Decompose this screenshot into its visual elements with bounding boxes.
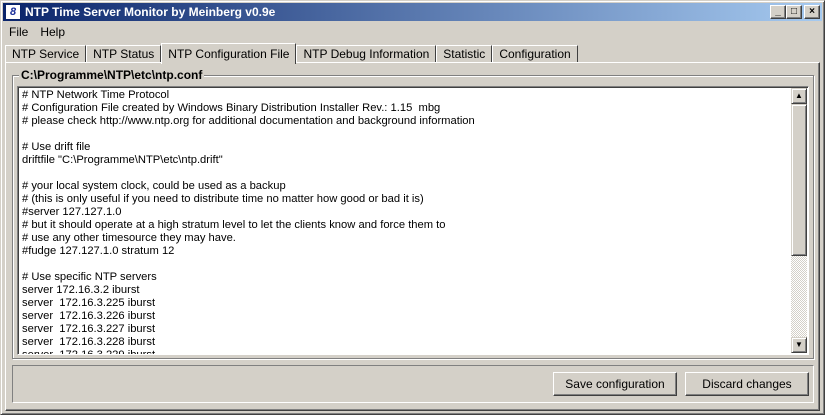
config-line <box>22 128 788 141</box>
window-title: NTP Time Server Monitor by Meinberg v0.9… <box>25 5 276 19</box>
tab-ntp-service[interactable]: NTP Service <box>5 45 87 63</box>
scroll-up-icon[interactable]: ▲ <box>791 88 807 104</box>
config-line: server 172.16.3.229 iburst <box>22 349 156 355</box>
config-line: # (this is only useful if you need to di… <box>22 193 424 205</box>
tab-ntp-debug-information[interactable]: NTP Debug Information <box>296 45 437 63</box>
config-line: # Configuration File created by Windows … <box>22 102 441 114</box>
minimize-button[interactable]: _ <box>770 5 786 19</box>
title-bar[interactable]: 8 NTP Time Server Monitor by Meinberg v0… <box>3 3 822 21</box>
file-path-label: C:\Programme\NTP\etc\ntp.conf <box>19 68 205 82</box>
config-line: server 172.16.3.227 iburst <box>22 323 156 335</box>
config-text[interactable]: # NTP Network Time Protocol # Configurati… <box>22 89 788 355</box>
config-line: # NTP Network Time Protocol <box>22 89 170 101</box>
close-button[interactable]: × <box>804 5 820 19</box>
menu-help[interactable]: Help <box>34 25 71 39</box>
config-line: server 172.16.3.2 iburst <box>22 284 140 296</box>
app-window: 8 NTP Time Server Monitor by Meinberg v0… <box>0 0 825 415</box>
config-line: # Use specific NTP servers <box>22 271 157 283</box>
tab-strip: NTP Service NTP Status NTP Configuration… <box>5 43 578 64</box>
config-line: #server 127.127.1.0 <box>22 206 122 218</box>
config-line: # your local system clock, could be used… <box>22 180 286 192</box>
config-line <box>22 258 788 271</box>
config-editor[interactable]: # NTP Network Time Protocol # Configurati… <box>17 86 809 355</box>
scroll-thumb[interactable] <box>791 104 807 256</box>
config-file-group: C:\Programme\NTP\etc\ntp.conf # NTP Netw… <box>12 68 814 359</box>
menu-bar: File Help <box>3 23 71 41</box>
config-line: #fudge 127.127.1.0 stratum 12 <box>22 245 175 257</box>
config-line: driftfile "C:\Programme\NTP\etc\ntp.drif… <box>22 154 223 166</box>
config-line: # but it should operate at a high stratu… <box>22 219 446 231</box>
discard-changes-button[interactable]: Discard changes <box>685 372 809 396</box>
config-line: # please check http://www.ntp.org for ad… <box>22 115 475 127</box>
config-line: server 172.16.3.226 iburst <box>22 310 156 322</box>
scroll-down-icon[interactable]: ▼ <box>791 337 807 353</box>
save-configuration-button[interactable]: Save configuration <box>553 372 677 396</box>
tab-ntp-configuration-file[interactable]: NTP Configuration File <box>161 43 297 64</box>
config-line <box>22 167 788 180</box>
tab-panel: C:\Programme\NTP\etc\ntp.conf # NTP Netw… <box>5 62 820 411</box>
maximize-button[interactable]: □ <box>786 5 802 19</box>
menu-file[interactable]: File <box>3 25 34 39</box>
tab-ntp-status[interactable]: NTP Status <box>86 45 162 63</box>
config-line: # Use drift file <box>22 141 91 153</box>
config-line: server 172.16.3.228 iburst <box>22 336 156 348</box>
config-line: # use any other timesource they may have… <box>22 232 236 244</box>
config-line: server 172.16.3.225 iburst <box>22 297 156 309</box>
meinberg-app-icon[interactable]: 8 <box>5 4 21 20</box>
button-bar: Save configuration Discard changes <box>12 365 814 403</box>
vertical-scrollbar[interactable]: ▲ ▼ <box>791 88 807 353</box>
tab-configuration[interactable]: Configuration <box>492 45 578 63</box>
tab-statistic[interactable]: Statistic <box>436 45 493 63</box>
